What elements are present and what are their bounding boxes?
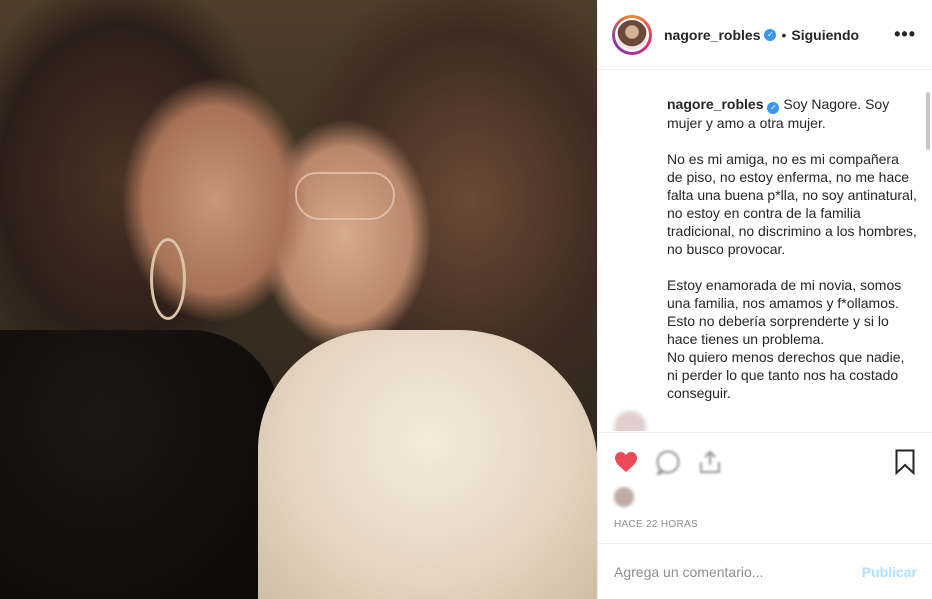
blurred-comment (614, 411, 662, 431)
post-header: nagore_robles ✓ • Siguiendo ••• (598, 0, 932, 70)
ellipsis-icon[interactable]: ••• (894, 24, 916, 45)
caption-paragraph: Estoy enamorada de mi novia, somos una f… (667, 277, 905, 401)
avatar[interactable] (612, 14, 652, 55)
bookmark-icon[interactable] (891, 448, 919, 476)
photo-region-sweater (258, 330, 597, 599)
likes-avatar (614, 487, 634, 507)
comment-input[interactable] (614, 563, 862, 580)
heart-icon[interactable] (612, 448, 640, 476)
photo-region-earring (150, 238, 186, 320)
comment-avatar (614, 411, 646, 431)
photo-region-dark-top (0, 330, 280, 599)
caption-username[interactable]: nagore_robles (667, 96, 763, 112)
post-actions: HACE 22 HORAS (598, 432, 932, 544)
post-side-panel: nagore_robles ✓ • Siguiendo ••• nagore_r… (597, 0, 932, 599)
post-timestamp[interactable]: HACE 22 HORAS (598, 507, 932, 530)
post-caption: nagore_robles ✓ Soy Nagore. Soy mujer y a… (667, 95, 917, 402)
comments-section[interactable]: nagore_robles ✓ Soy Nagore. Soy mujer y a… (598, 71, 932, 431)
follow-button[interactable]: Siguiendo (791, 27, 859, 43)
avatar-image (615, 17, 649, 52)
add-comment-bar: Publicar (598, 543, 932, 599)
comment-icon[interactable] (654, 448, 682, 476)
header-separator: • (781, 26, 787, 43)
caption-paragraph: nagore_robles ✓ Soy Nagore. Soy mujer y a… (667, 95, 917, 132)
share-icon[interactable] (696, 448, 724, 476)
photo-region-glasses (295, 172, 395, 220)
likes-summary[interactable] (598, 481, 932, 507)
verified-badge-icon: ✓ (767, 102, 780, 114)
action-icons-row (598, 433, 932, 481)
comments-scrollbar[interactable] (926, 92, 930, 150)
verified-badge-icon: ✓ (764, 28, 777, 41)
header-username[interactable]: nagore_robles (664, 27, 760, 43)
caption-paragraph: No es mi amiga, no es mi compañera de pi… (667, 151, 917, 257)
publish-button[interactable]: Publicar (862, 564, 917, 580)
post-photo[interactable] (0, 0, 597, 599)
